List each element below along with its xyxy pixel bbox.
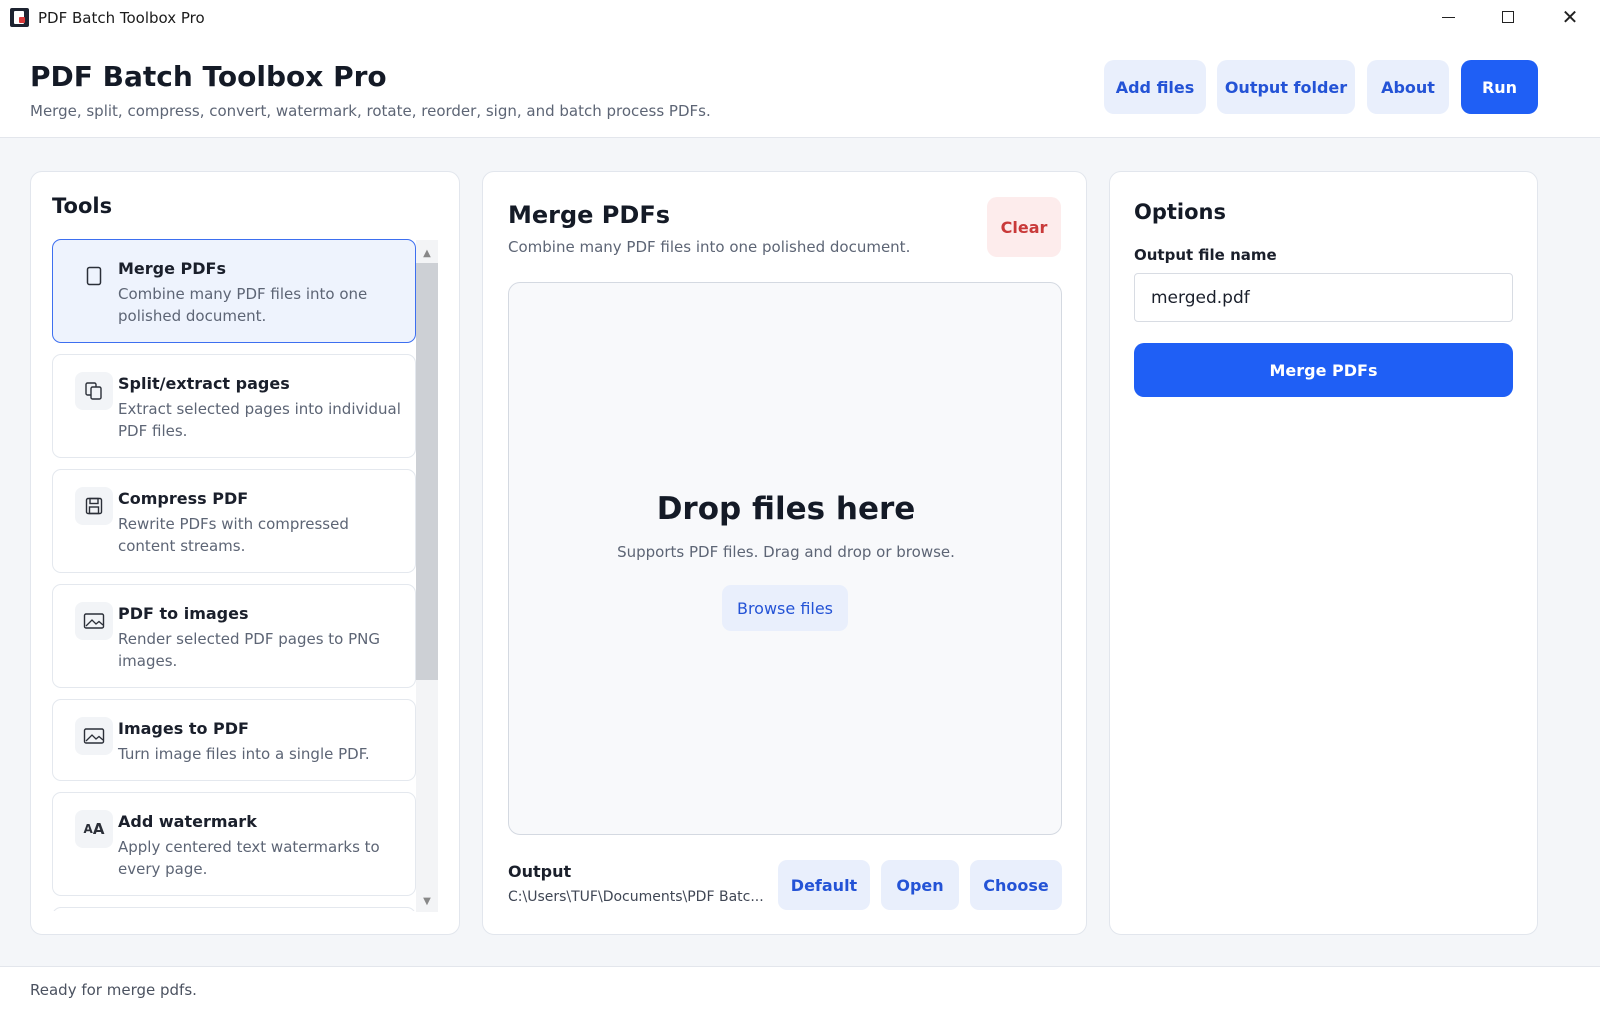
scroll-up-icon[interactable]: ▲ [416,242,438,264]
tool-description: Render selected PDF pages to PNG images. [118,630,381,670]
merge-pdfs-button[interactable]: Merge PDFs [1134,343,1513,397]
dropzone-subtitle: Supports PDF files. Drag and drop or bro… [617,543,955,561]
scroll-down-icon[interactable]: ▼ [416,890,438,912]
tool-title: Images to PDF [118,719,249,738]
tool-item-add-watermark[interactable]: AA Add watermark Apply centered text wat… [52,792,416,896]
tools-scroll-thumb[interactable] [416,263,438,680]
close-button[interactable]: ✕ [1539,0,1600,34]
tool-item-compress-pdf[interactable]: Compress PDF Rewrite PDFs with compresse… [52,469,416,573]
main-subtitle: Combine many PDF files into one polished… [508,238,911,256]
tool-title: PDF to images [118,604,249,623]
output-folder-button[interactable]: Output folder [1217,60,1355,114]
minimize-button[interactable] [1417,0,1479,34]
text-size-icon: AA [75,810,113,848]
tool-title: Add watermark [118,812,257,831]
image-icon [75,602,113,640]
tool-title: Compress PDF [118,489,249,508]
tool-description: Apply centered text watermarks to every … [118,838,380,878]
maximize-icon [1502,11,1514,23]
tools-panel: Tools Merge PDFs Combine many PDF files … [30,171,460,935]
dropzone-title: Drop files here [656,491,916,527]
about-button[interactable]: About [1367,60,1449,114]
add-files-button[interactable]: Add files [1104,60,1206,114]
output-label: Output [508,862,572,881]
options-heading: Options [1134,200,1226,224]
file-dropzone[interactable]: Drop files here Supports PDF files. Drag… [508,282,1062,835]
default-output-button[interactable]: Default [778,860,870,910]
output-filename-input[interactable] [1134,273,1513,322]
output-path: C:\Users\TUF\Documents\PDF Batc... [508,889,764,905]
tool-description: Extract selected pages into individual P… [118,400,401,440]
choose-output-button[interactable]: Choose [970,860,1062,910]
output-filename-label: Output file name [1134,246,1277,264]
status-text: Ready for merge pdfs. [30,981,197,999]
title-bar: PDF Batch Toolbox Pro ✕ [0,0,1600,38]
minimize-icon [1441,16,1455,18]
app-logo-icon [10,8,29,27]
tool-item-next[interactable] [52,907,416,911]
maximize-button[interactable] [1477,0,1539,34]
tool-description: Turn image files into a single PDF. [118,745,370,763]
page-title: PDF Batch Toolbox Pro [30,60,387,93]
main-title: Merge PDFs [508,201,670,229]
app-header: PDF Batch Toolbox Pro Merge, split, comp… [0,38,1600,138]
open-output-button[interactable]: Open [881,860,959,910]
tool-description: Rewrite PDFs with compressed content str… [118,515,349,555]
tool-item-split-extract-pages[interactable]: Split/extract pages Extract selected pag… [52,354,416,458]
tool-item-images-to-pdf[interactable]: Images to PDF Turn image files into a si… [52,699,416,781]
window-title: PDF Batch Toolbox Pro [38,9,205,27]
run-button[interactable]: Run [1461,60,1538,114]
tool-title: Split/extract pages [118,374,290,393]
tool-description: Combine many PDF files into one polished… [118,285,368,325]
clear-button[interactable]: Clear [987,197,1061,257]
close-icon: ✕ [1561,5,1579,29]
copy-pages-icon [75,372,113,410]
browse-files-button[interactable]: Browse files [722,585,848,631]
save-disk-icon [75,487,113,525]
tool-list: Merge PDFs Combine many PDF files into o… [52,239,416,911]
merge-panel: Merge PDFs Combine many PDF files into o… [482,171,1087,935]
tool-item-pdf-to-images[interactable]: PDF to images Render selected PDF pages … [52,584,416,688]
image-icon [75,717,113,755]
page-subtitle: Merge, split, compress, convert, waterma… [30,102,711,120]
options-panel: Options Output file name Merge PDFs [1109,171,1538,935]
tool-item-merge-pdfs[interactable]: Merge PDFs Combine many PDF files into o… [52,239,416,343]
document-icon [75,257,113,295]
tool-title: Merge PDFs [118,259,226,278]
tools-heading: Tools [52,194,113,218]
status-bar: Ready for merge pdfs. [0,966,1600,1032]
